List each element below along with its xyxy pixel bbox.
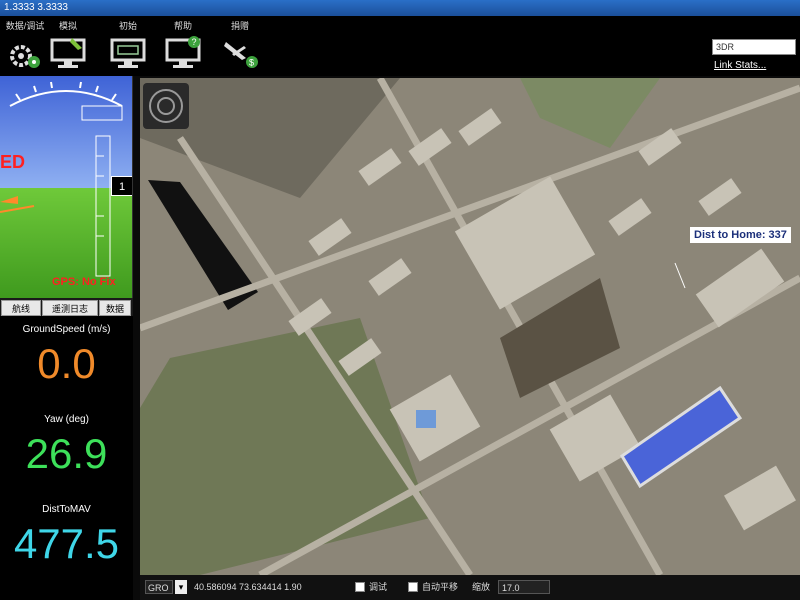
toolbar-button-donate[interactable]: 捐赠 $ bbox=[215, 20, 265, 74]
link-stats-link[interactable]: Link Stats... bbox=[714, 60, 766, 71]
hud-gps-status: GPS: No Fix bbox=[52, 276, 116, 288]
map-statusbar: GRO ▾ 40.586094 73.634414 1.90 调试 自动平移 缩… bbox=[140, 575, 800, 600]
coordinates-readout: 40.586094 73.634414 1.90 bbox=[194, 582, 302, 592]
yaw-value: 26.9 bbox=[25, 430, 108, 477]
auto-pan-checkbox[interactable] bbox=[408, 582, 418, 592]
toolbar-label: 捐赠 bbox=[230, 21, 249, 31]
toolbar-label: 初始 bbox=[118, 21, 137, 31]
tab-telemetry-logs[interactable]: 遥测日志 bbox=[42, 300, 98, 316]
zoom-input[interactable]: 17.0 bbox=[498, 580, 550, 594]
yaw-label: Yaw (deg) bbox=[44, 414, 89, 425]
chevron-down-icon[interactable]: ▾ bbox=[175, 580, 187, 594]
zoom-label: 缩放 bbox=[472, 582, 491, 592]
satellite-map[interactable] bbox=[140, 78, 800, 575]
monitor-config-icon bbox=[110, 38, 146, 68]
dist-to-mav-label: DistToMAV bbox=[42, 504, 91, 515]
monitor-help-icon: ? bbox=[165, 36, 201, 68]
toolbar-button-simulation[interactable]: 模拟 bbox=[43, 20, 93, 74]
main-toolbar: 数据/调试 模拟 初始 帮助 ? 捐赠 $ 3DR Link Stats... bbox=[0, 16, 800, 76]
debug-checkbox[interactable] bbox=[355, 582, 365, 592]
debug-label: 调试 bbox=[369, 582, 388, 592]
svg-text:?: ? bbox=[192, 37, 197, 47]
panel-tabs: 航线 遥测日志 数据 bbox=[0, 298, 133, 316]
tab-data[interactable]: 数据 bbox=[99, 300, 131, 316]
ground-speed-label: GroundSpeed (m/s) bbox=[22, 324, 111, 335]
auto-pan-label: 自动平移 bbox=[422, 582, 459, 592]
connection-select[interactable]: 3DR bbox=[712, 39, 796, 55]
ground-speed-value: 0.0 bbox=[37, 340, 96, 387]
toolbar-button-help[interactable]: 帮助 ? bbox=[158, 20, 208, 74]
plane-donate-icon: $ bbox=[224, 42, 258, 68]
satellite-imagery bbox=[140, 78, 800, 575]
toolbar-label: 模拟 bbox=[58, 21, 77, 31]
coord-source-select[interactable]: GRO bbox=[145, 580, 173, 594]
hud-panel: ED 1 GPS: No Fix bbox=[0, 76, 133, 298]
pan-target-icon bbox=[149, 89, 183, 123]
gear-icon bbox=[10, 45, 40, 68]
svg-text:$: $ bbox=[249, 58, 254, 68]
hud-mode-text: ED bbox=[0, 152, 26, 172]
monitor-plane-icon bbox=[50, 38, 86, 68]
dist-to-mav-value: 477.5 bbox=[13, 520, 120, 567]
toolbar-button-initial-setup[interactable]: 初始 bbox=[103, 20, 153, 74]
dist-to-home-label: Dist to Home: 337 bbox=[690, 227, 791, 243]
map-pan-control[interactable] bbox=[143, 83, 189, 129]
quick-view-panel: GroundSpeed (m/s) 0.0 Yaw (deg) 26.9 Dis… bbox=[0, 316, 133, 600]
tab-flight-plan[interactable]: 航线 bbox=[1, 300, 41, 316]
toolbar-label: 帮助 bbox=[173, 21, 192, 31]
hud-altitude-readout: 1 bbox=[111, 176, 132, 196]
window-title: 1.3333 3.3333 bbox=[0, 0, 800, 16]
